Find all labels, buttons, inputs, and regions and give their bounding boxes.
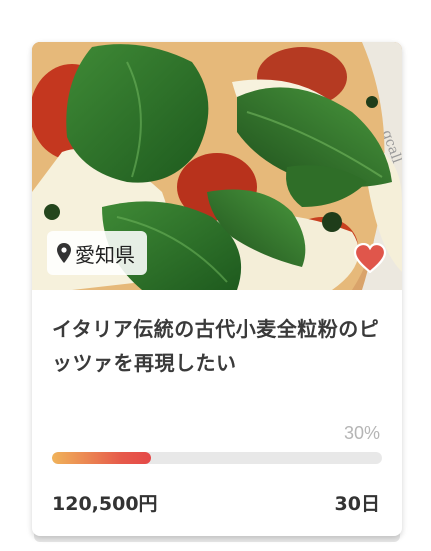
location-badge: 愛知県 <box>47 231 147 275</box>
location-label: 愛知県 <box>75 242 135 267</box>
project-card[interactable]: gcall 愛知県 イタリア伝統の古代小麦全粒粉のピッツァを再現したい 30% … <box>32 42 402 536</box>
days-remaining: 30日 <box>334 493 380 515</box>
project-title[interactable]: イタリア伝統の古代小麦全粒粉のピッツァを再現したい <box>52 312 387 380</box>
funded-amount: 120,500円 <box>52 493 158 515</box>
location-pin-icon <box>57 243 71 263</box>
progress-percent: 30% <box>343 423 380 443</box>
favorite-button[interactable] <box>352 241 388 275</box>
project-image[interactable]: gcall 愛知県 <box>32 42 402 290</box>
progress-bar-fill <box>52 452 151 464</box>
progress-bar <box>52 452 382 464</box>
heart-icon <box>353 243 387 273</box>
